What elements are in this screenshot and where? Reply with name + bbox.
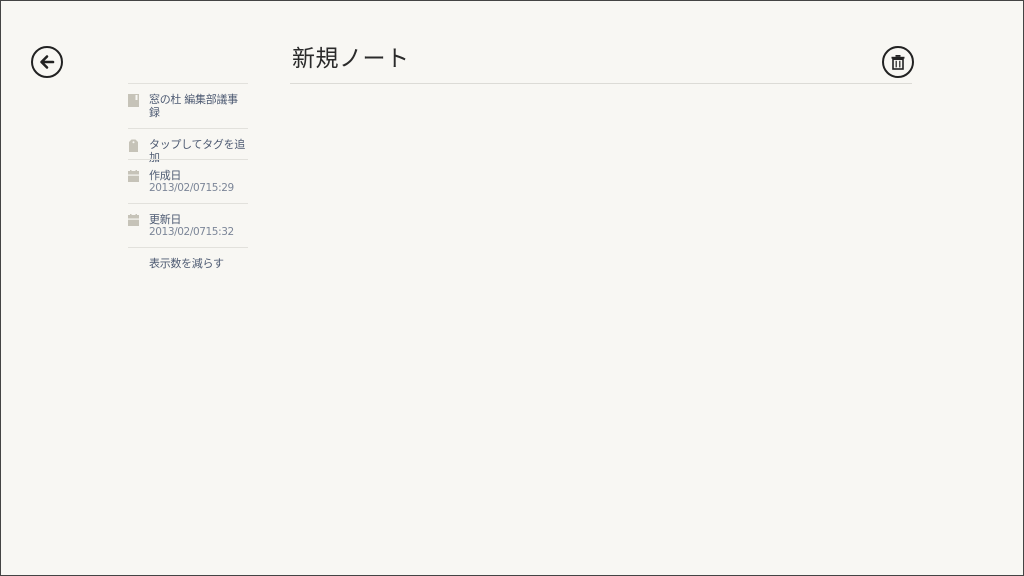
note-page: 新規ノート 窓の杜 編集部議事録 タップしてタグを追加 作成日 2013/02/…: [0, 0, 1024, 576]
arrow-left-icon: [40, 55, 55, 69]
trash-icon: [891, 55, 905, 70]
created-value: 2013/02/0715:29: [149, 182, 234, 194]
updated-value: 2013/02/0715:32: [149, 226, 234, 238]
notebook-icon: [128, 94, 139, 107]
updated-date-row: 更新日 2013/02/0715:32: [128, 203, 248, 247]
updated-label: 更新日: [149, 213, 182, 226]
add-tag-row[interactable]: タップしてタグを追加: [128, 128, 248, 164]
delete-note-button[interactable]: [882, 46, 914, 78]
back-button[interactable]: [31, 46, 63, 78]
page-title[interactable]: 新規ノート: [292, 43, 410, 75]
calendar-icon: [128, 214, 139, 226]
calendar-icon: [128, 170, 139, 182]
created-date-row: 作成日 2013/02/0715:29: [128, 159, 248, 203]
title-divider: [290, 83, 912, 84]
show-less-label: 表示数を減らす: [149, 257, 224, 270]
notebook-selector[interactable]: 窓の杜 編集部議事録: [128, 83, 248, 128]
show-less-link[interactable]: 表示数を減らす: [128, 247, 248, 277]
notebook-name: 窓の杜 編集部議事録: [149, 93, 238, 119]
created-label: 作成日: [149, 169, 182, 182]
note-info-sidebar: 窓の杜 編集部議事録 タップしてタグを追加 作成日 2013/02/0715:2…: [128, 83, 248, 277]
tag-icon: [129, 139, 138, 152]
